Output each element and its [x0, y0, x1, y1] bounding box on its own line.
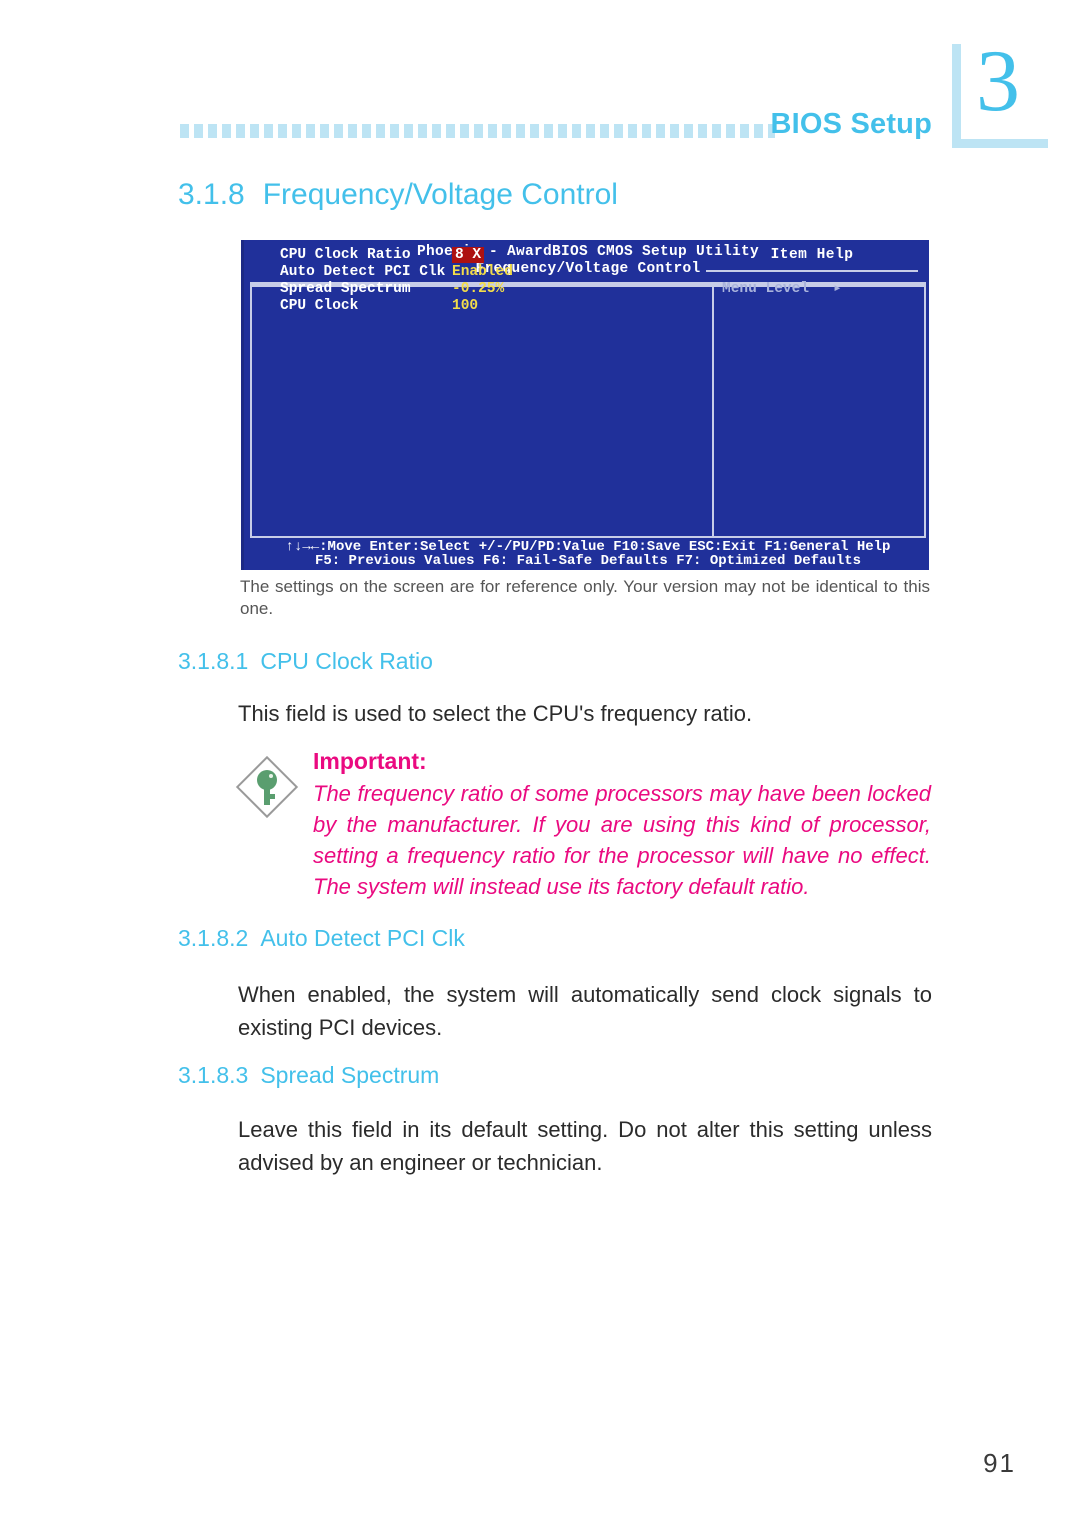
subsection-number: 3.1.8.1	[178, 648, 249, 674]
bios-setting-value[interactable]: 100	[452, 298, 478, 314]
important-note-title: Important:	[313, 748, 427, 774]
subsection-title: Spread Spectrum	[260, 1062, 440, 1088]
subsection-title: CPU Clock Ratio	[260, 648, 433, 674]
bios-setting-label: CPU Clock	[280, 298, 359, 314]
chapter-marker-vertical-bar	[952, 44, 961, 148]
chapter-number: 3	[976, 33, 1020, 130]
subsection-heading-spread-spectrum: 3.1.8.3 Spread Spectrum	[178, 1062, 439, 1089]
bios-setting-row[interactable]: CPU Clock Ratio 8 X	[280, 247, 513, 264]
chapter-marker-horizontal-bar	[952, 139, 1048, 148]
bios-setting-row[interactable]: CPU Clock 100	[280, 298, 513, 315]
bios-setting-value[interactable]: 8 X	[452, 247, 485, 263]
important-note-body: The frequency ratio of some processors m…	[313, 781, 931, 899]
key-icon-hole	[269, 774, 273, 778]
running-head-title: BIOS Setup	[770, 108, 932, 140]
page-number: 91	[983, 1448, 1016, 1478]
section-heading: 3.1.8 Frequency/Voltage Control	[178, 178, 618, 212]
item-help-separator	[706, 270, 918, 272]
menu-level-arrow-icon: ▸	[833, 281, 842, 297]
bios-setting-label: Spread Spectrum	[280, 281, 411, 297]
item-help-title: Item Help	[770, 247, 854, 263]
paragraph-auto-detect-pci-clk: When enabled, the system will automatica…	[238, 982, 932, 1040]
section-heading-number: 3.1.8	[178, 178, 245, 211]
paragraph-spread-spectrum: Leave this field in its default setting.…	[238, 1117, 932, 1175]
bios-setting-row[interactable]: Auto Detect PCI Clk Enabled	[280, 264, 513, 281]
key-icon	[235, 755, 299, 819]
bios-key-legend: ↑↓→←:Move Enter:Select +/-/PU/PD:Value F…	[250, 540, 926, 569]
bios-setting-label: CPU Clock Ratio	[280, 247, 411, 263]
chapter-marker: 3	[952, 33, 1048, 148]
bios-setting-value[interactable]: Enabled	[452, 264, 513, 280]
menu-level-row: Menu Level ▸	[722, 281, 842, 298]
subsection-number: 3.1.8.2	[178, 925, 249, 951]
bios-setting-label: Auto Detect PCI Clk	[280, 264, 446, 280]
bios-setup-screenshot: Phoenix - AwardBIOS CMOS Setup Utility F…	[241, 240, 929, 570]
screenshot-caption: The settings on the screen are for refer…	[240, 577, 930, 618]
subsection-heading-auto-detect-pci-clk: 3.1.8.2 Auto Detect PCI Clk	[178, 925, 465, 952]
header-dotted-rule	[180, 124, 775, 138]
key-icon-tooth	[264, 794, 275, 799]
bios-body-panel	[250, 285, 926, 538]
subsection-number: 3.1.8.3	[178, 1062, 249, 1088]
section-heading-title: Frequency/Voltage Control	[262, 178, 618, 211]
bios-key-legend-line-2: F5: Previous Values F6: Fail-Safe Defaul…	[314, 553, 862, 569]
bios-setting-row[interactable]: Spread Spectrum -0.25%	[280, 281, 513, 298]
subsection-heading-cpu-clock-ratio: 3.1.8.1 CPU Clock Ratio	[178, 648, 433, 675]
bios-panel-divider	[712, 287, 714, 536]
subsection-title: Auto Detect PCI Clk	[260, 925, 465, 951]
bios-setting-value[interactable]: -0.25%	[452, 281, 504, 297]
page-header: BIOS Setup 3	[0, 0, 1080, 165]
paragraph-cpu-clock-ratio: This field is used to select the CPU's f…	[238, 701, 753, 726]
menu-level-label: Menu Level	[722, 281, 810, 297]
bios-settings-list: CPU Clock Ratio 8 X Auto Detect PCI Clk En…	[280, 247, 513, 315]
